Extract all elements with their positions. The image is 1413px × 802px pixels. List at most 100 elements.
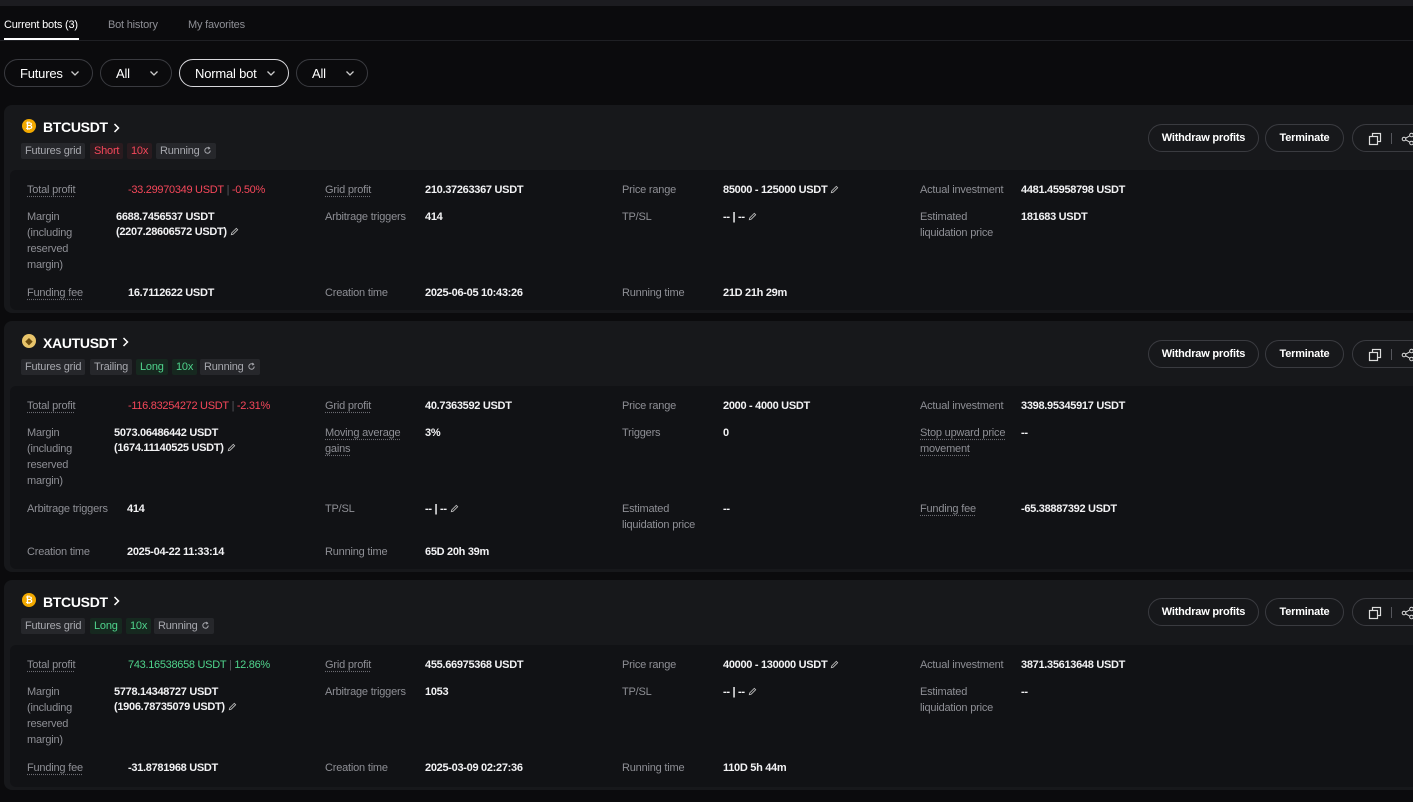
- terminate-button[interactable]: Terminate: [1265, 124, 1344, 152]
- margin-label: Margin (including reserved margin): [27, 684, 97, 748]
- edit-icon[interactable]: [228, 702, 237, 711]
- bot-symbol[interactable]: BTCUSDT: [43, 594, 108, 610]
- actual-investment-label: Actual investment: [920, 398, 1003, 414]
- price-range-label: Price range: [622, 182, 676, 198]
- margin-value: 5073.06486442 USDT (1674.11140525 USDT): [114, 426, 236, 456]
- edit-icon[interactable]: [227, 443, 236, 452]
- filter-bot-type[interactable]: Normal bot: [179, 59, 289, 87]
- chevron-down-icon: [266, 68, 276, 78]
- margin-label: Margin (including reserved margin): [27, 425, 97, 489]
- tpsl-label: TP/SL: [325, 501, 355, 517]
- tag-direction: Short: [90, 143, 123, 159]
- arbitrage-triggers-value: 414: [425, 210, 442, 225]
- edit-icon[interactable]: [450, 504, 459, 513]
- share-icon[interactable]: [1401, 132, 1413, 146]
- tag-status: Running: [154, 618, 214, 634]
- chevron-right-icon[interactable]: [121, 337, 130, 347]
- divider: [1391, 349, 1392, 360]
- funding-fee-value: -31.8781968 USDT: [128, 761, 218, 776]
- withdraw-profits-button[interactable]: Withdraw profits: [1148, 598, 1259, 626]
- grid-profit-label: Grid profit: [325, 398, 371, 414]
- bot-symbol[interactable]: BTCUSDT: [43, 119, 108, 135]
- actual-investment-value: 3398.95345917 USDT: [1021, 399, 1125, 414]
- share-icon[interactable]: [1401, 606, 1413, 620]
- grid-profit-value: 40.7363592 USDT: [425, 399, 512, 414]
- bot-details: Total profit 743.16538658 USDT | 12.86% …: [10, 645, 1413, 787]
- creation-time-value: 2025-06-05 10:43:26: [425, 286, 523, 301]
- price-range-value: 40000 - 130000 USDT: [723, 658, 839, 673]
- bot-actions: [1352, 598, 1413, 626]
- bot-symbol[interactable]: XAUTUSDT: [43, 335, 117, 351]
- filter-product-type[interactable]: Futures: [4, 59, 93, 87]
- withdraw-profits-button[interactable]: Withdraw profits: [1148, 124, 1259, 152]
- funding-fee-value: 16.7112622 USDT: [128, 286, 214, 301]
- edit-icon[interactable]: [748, 687, 757, 696]
- tpsl-value: -- | --: [723, 210, 757, 225]
- actual-investment-label: Actual investment: [920, 182, 1003, 198]
- tag-bot-type: Futures grid: [21, 359, 85, 375]
- price-range-value: 85000 - 125000 USDT: [723, 183, 839, 198]
- triggers-label: Triggers: [622, 425, 660, 441]
- tag-status: Running: [200, 359, 260, 375]
- total-profit-value: -116.83254272 USDT | -2.31%: [128, 399, 270, 414]
- tag-direction: Long: [136, 359, 168, 375]
- arbitrage-triggers-label: Arbitrage triggers: [27, 501, 108, 517]
- bot-actions: [1352, 124, 1413, 152]
- copy-icon[interactable]: [1368, 132, 1382, 146]
- withdraw-profits-button[interactable]: Withdraw profits: [1148, 340, 1259, 368]
- running-time-label: Running time: [622, 760, 684, 776]
- terminate-button[interactable]: Terminate: [1265, 598, 1344, 626]
- running-time-label: Running time: [325, 544, 387, 560]
- price-range-value: 2000 - 4000 USDT: [723, 399, 810, 414]
- running-time-value: 21D 21h 29m: [723, 286, 787, 301]
- copy-icon[interactable]: [1368, 606, 1382, 620]
- chevron-down-icon: [70, 68, 80, 78]
- tab-bot-history[interactable]: Bot history: [108, 19, 158, 31]
- filter-label: Normal bot: [195, 66, 257, 81]
- terminate-button[interactable]: Terminate: [1265, 340, 1344, 368]
- refresh-icon: [201, 621, 210, 630]
- filter-status[interactable]: All: [296, 59, 368, 87]
- chevron-right-icon[interactable]: [112, 596, 121, 606]
- tag-bot-type: Futures grid: [21, 618, 85, 634]
- arbitrage-triggers-label: Arbitrage triggers: [325, 684, 406, 700]
- stop-upward-value: --: [1021, 426, 1028, 441]
- copy-icon[interactable]: [1368, 348, 1382, 362]
- funding-fee-label: Funding fee: [27, 285, 83, 301]
- filter-label: All: [116, 66, 130, 81]
- creation-time-value: 2025-03-09 02:27:36: [425, 761, 523, 776]
- arbitrage-triggers-label: Arbitrage triggers: [325, 209, 406, 225]
- total-profit-value: -33.29970349 USDT | -0.50%: [128, 183, 265, 198]
- liquidation-price-value: 181683 USDT: [1021, 210, 1087, 225]
- arbitrage-triggers-value: 414: [127, 502, 144, 517]
- active-tab-indicator: [4, 38, 79, 40]
- edit-icon[interactable]: [830, 185, 839, 194]
- edit-icon[interactable]: [830, 660, 839, 669]
- chevron-down-icon: [345, 68, 355, 78]
- liquidation-price-value: --: [1021, 685, 1028, 700]
- bot-card-1: ₿ BTCUSDT Futures grid Short 10x Running…: [4, 105, 1413, 313]
- creation-time-label: Creation time: [27, 544, 90, 560]
- total-profit-label: Total profit: [27, 657, 75, 673]
- moving-average-gains-label: Moving average gains: [325, 425, 410, 457]
- tag-leverage: 10x: [127, 143, 152, 159]
- stop-upward-label: Stop upward price movement: [920, 425, 1020, 457]
- tab-my-favorites[interactable]: My favorites: [188, 19, 245, 31]
- tag-bot-type: Futures grid: [21, 143, 85, 159]
- margin-value: 6688.7456537 USDT (2207.28606572 USDT): [116, 210, 239, 240]
- margin-label: Margin (including reserved margin): [27, 209, 97, 273]
- edit-icon[interactable]: [748, 212, 757, 221]
- liquidation-price-value: --: [723, 502, 730, 517]
- chevron-right-icon[interactable]: [112, 123, 121, 133]
- actual-investment-label: Actual investment: [920, 657, 1003, 673]
- total-profit-label: Total profit: [27, 182, 75, 198]
- edit-icon[interactable]: [230, 227, 239, 236]
- share-icon[interactable]: [1401, 348, 1413, 362]
- tpsl-label: TP/SL: [622, 684, 652, 700]
- tab-current-bots[interactable]: Current bots (3): [4, 19, 78, 31]
- filter-direction[interactable]: All: [100, 59, 172, 87]
- bitcoin-icon: ₿: [22, 119, 36, 133]
- funding-fee-label: Funding fee: [27, 760, 83, 776]
- tag-direction: Long: [90, 618, 122, 634]
- creation-time-value: 2025-04-22 11:33:14: [127, 545, 224, 560]
